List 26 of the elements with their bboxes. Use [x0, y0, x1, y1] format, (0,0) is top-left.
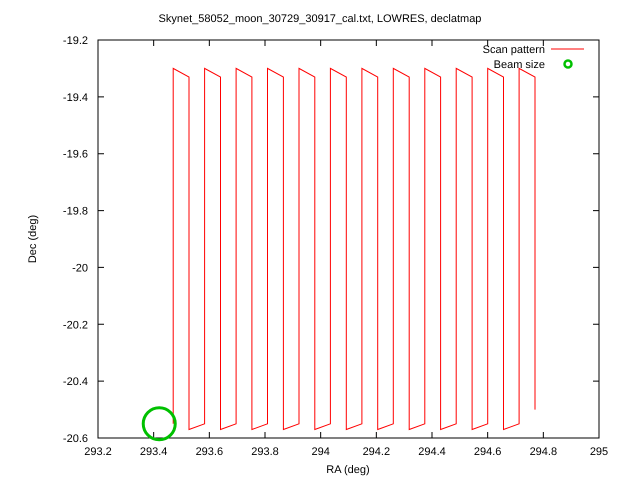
chart-title: Skynet_58052_moon_30729_30917_cal.txt, LOWRES, declatmap — [158, 13, 482, 25]
y-tick-label: -19.6 — [62, 148, 88, 161]
legend-label: Beam size — [494, 59, 545, 71]
x-tick-label: 295 — [590, 446, 608, 458]
legend-label: Scan pattern — [482, 44, 545, 56]
y-tick-label: -20.2 — [62, 319, 88, 332]
x-tick-label: 293.6 — [196, 446, 224, 458]
y-tick-label: -20.4 — [62, 376, 88, 388]
beam-circle — [142, 406, 177, 442]
x-tick-label: 294.2 — [362, 446, 390, 458]
legend-line — [550, 48, 584, 50]
x-tick-label: 294.4 — [418, 446, 446, 458]
y-tick-label: -20.6 — [62, 433, 88, 445]
y-tick-label: -19.2 — [62, 35, 88, 47]
y-tick-label: -20 — [72, 262, 88, 274]
x-tick-label: 294.8 — [530, 446, 558, 458]
x-axis-label: RA (deg) — [326, 464, 370, 476]
x-tick-label: 293.8 — [251, 446, 279, 458]
x-tick-label: 293.4 — [140, 446, 168, 458]
x-tick-label: 294 — [311, 446, 330, 458]
y-tick-label: -19.8 — [62, 206, 88, 218]
y-tick-label: -19.4 — [62, 92, 88, 104]
legend-marker-icon — [563, 59, 573, 69]
x-tick-label: 294.6 — [474, 446, 502, 458]
y-axis-label: Dec (deg) — [27, 214, 39, 264]
x-tick-label: 293.2 — [84, 446, 112, 458]
